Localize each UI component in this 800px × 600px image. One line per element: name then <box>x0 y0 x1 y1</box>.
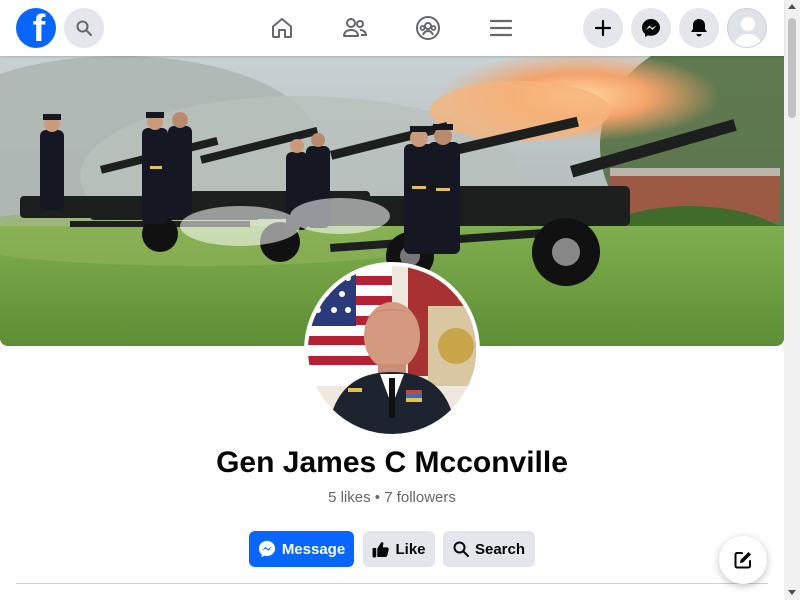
groups-icon <box>416 16 440 40</box>
logo-letter: f <box>32 8 46 48</box>
page-title: Gen James C Mcconville <box>216 446 568 479</box>
scrollbar-thumb[interactable] <box>788 18 796 118</box>
default-avatar-icon <box>728 9 766 47</box>
scroll-up-arrow-icon[interactable] <box>788 4 796 9</box>
profile-picture[interactable] <box>304 262 480 438</box>
create-button[interactable] <box>583 8 623 48</box>
search-button[interactable] <box>64 8 104 48</box>
menu-icon <box>490 19 512 37</box>
create-icon <box>595 20 611 36</box>
home-icon <box>272 18 292 38</box>
nav-friends[interactable] <box>335 8 375 48</box>
new-message-button[interactable] <box>719 536 767 584</box>
search-icon <box>453 541 469 557</box>
nav-menu[interactable] <box>481 8 521 48</box>
like-button-label: Like <box>395 540 426 558</box>
profile-photo-image <box>308 266 476 434</box>
compose-icon <box>734 552 751 569</box>
page-scrollbar[interactable] <box>784 0 800 600</box>
search-button-label: Search <box>474 540 526 558</box>
facebook-logo-icon[interactable]: f <box>16 8 56 48</box>
scroll-down-arrow-icon[interactable] <box>788 590 796 595</box>
messenger-icon <box>642 19 660 37</box>
like-button[interactable]: Like <box>363 531 435 567</box>
nav-home[interactable] <box>262 8 302 48</box>
page-stats: 5 likes • 7 followers <box>328 489 456 506</box>
messenger-button[interactable] <box>631 8 671 48</box>
top-navigation-bar: f <box>0 0 784 56</box>
friends-icon <box>343 18 368 37</box>
messenger-icon <box>258 540 275 558</box>
account-avatar[interactable] <box>727 8 767 48</box>
notifications-button[interactable] <box>679 8 719 48</box>
nav-groups[interactable] <box>408 8 448 48</box>
message-button[interactable]: Message <box>249 531 354 567</box>
thumbs-up-icon <box>373 541 390 557</box>
search-page-button[interactable]: Search <box>443 531 535 567</box>
notifications-icon <box>691 19 707 37</box>
section-divider <box>16 583 768 584</box>
message-button-label: Message <box>281 540 346 558</box>
search-icon <box>76 20 92 36</box>
